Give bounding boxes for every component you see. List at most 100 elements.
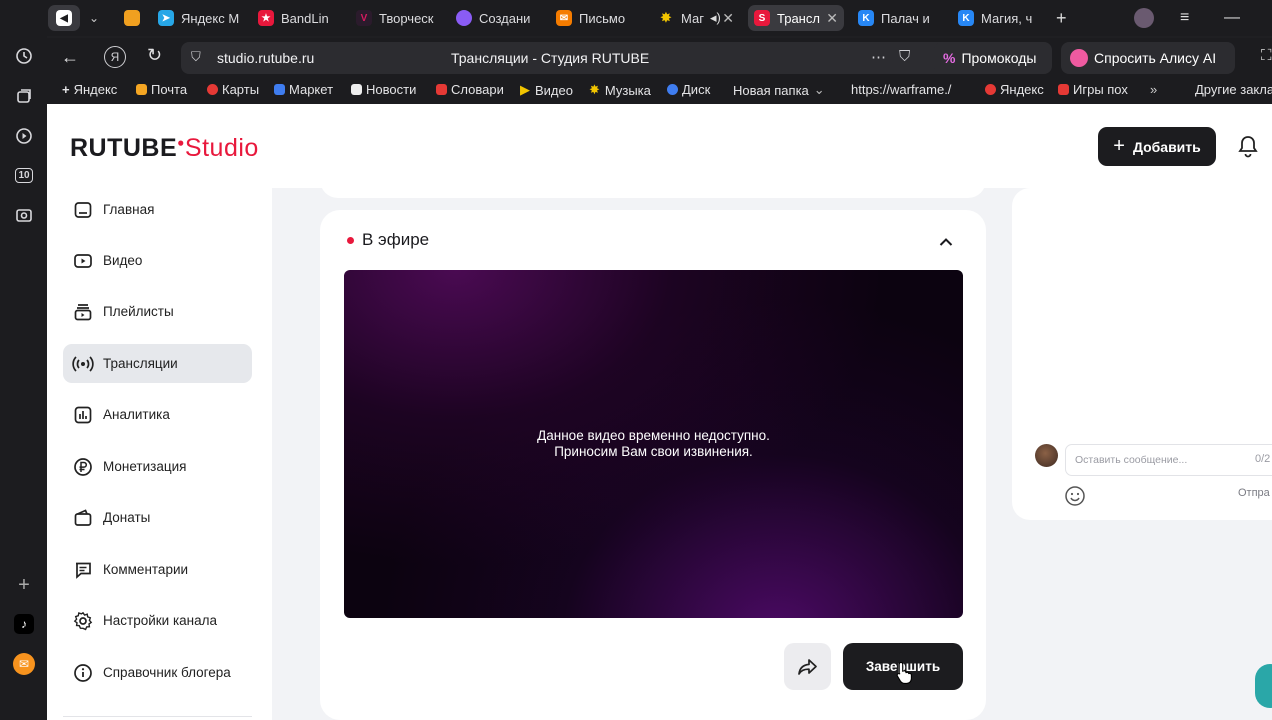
bookmark-item[interactable]: Яндекс [985,82,1044,97]
tab-list-button[interactable]: ⌄ [86,5,108,31]
history-icon[interactable] [12,44,36,68]
previous-card-bottom [320,178,986,198]
bookmark-item[interactable]: https://warframe./ [851,82,951,97]
browser-sidepanel: 10 + ♪ ✉ [0,0,47,720]
more-icon[interactable]: ⋯ [871,48,886,66]
sidebar-item-broadcasts[interactable]: Трансляции [63,344,252,383]
tab-mail[interactable]: ✉ Письмо [550,5,642,31]
sidebar-item-comments[interactable]: Комментарии [63,550,252,589]
bookmark-icon[interactable]: ⛉ [899,48,910,65]
broadcast-icon [72,353,94,375]
bookmark-label: Яндекс [73,82,118,97]
page-title-text: Трансляции - Студия RUTUBE [451,50,650,66]
video-icon [72,250,94,272]
sidebar-item-video[interactable]: Видео [63,241,252,280]
ten-icon[interactable]: 10 [12,163,36,187]
logo-dot: ● [177,135,185,150]
sidebar-item-home[interactable]: Главная [63,190,252,229]
profile-button[interactable] [1132,5,1158,31]
support-chat-button[interactable] [1255,664,1272,708]
odnoklassniki-icon[interactable]: ✉ [12,652,36,676]
sidebar-item-monetization[interactable]: Монетизация [63,447,252,486]
address-field[interactable]: ⛉ studio.rutube.ru Трансляции - Студия R… [181,42,973,74]
notifications-button[interactable] [1237,134,1259,158]
yandex-button[interactable]: Я [104,46,126,68]
menu-button[interactable]: ≡ [1176,5,1200,31]
other-bookmarks[interactable]: Другие закла [1195,82,1272,97]
bookmark-item[interactable]: Словари [436,82,504,97]
tab-yandex-m[interactable]: ➤ Яндекс М [152,5,244,31]
sidebar-item-analytics[interactable]: Аналитика [63,395,252,434]
disk-icon [667,84,678,95]
bookmark-item[interactable]: Почта [136,82,187,97]
rutube-studio-logo[interactable]: RUTUBE●Studio [70,134,259,163]
sidebar-item-donations[interactable]: Донаты [63,498,252,537]
extensions-icon[interactable]: ⛶ [1261,47,1272,64]
bookmark-item[interactable]: ▶ Видео [520,82,573,98]
bookmark-folder[interactable]: Новая папка ⌄ [733,82,825,98]
market-icon [274,84,285,95]
collapse-button[interactable] [936,232,956,252]
tab-broadcasts[interactable]: S Трансл ✕ [748,5,844,31]
promo-button[interactable]: % Промокоды [934,42,1052,74]
gear-icon [72,610,94,632]
share-button[interactable] [784,643,831,690]
tab-magic[interactable]: ✸ Маг ◂) ✕ [652,5,740,31]
collections-icon[interactable] [12,84,36,108]
tab-sound[interactable]: ◀ [48,5,80,31]
video-player-icon[interactable] [12,124,36,148]
sidebar-item-label: Настройки канала [103,613,218,628]
sidebar-item-label: Донаты [103,510,151,525]
bookmark-item[interactable]: Новости [351,82,416,97]
add-panel-icon[interactable]: + [12,573,36,597]
close-icon[interactable]: ✕ [722,10,734,27]
chat-message-input[interactable]: Оставить сообщение... [1065,444,1272,476]
sidebar-item-playlists[interactable]: Плейлисты [63,292,252,331]
video-player[interactable]: Данное видео временно недоступно. Принос… [344,270,963,618]
chat-placeholder: Оставить сообщение... [1075,454,1188,466]
home-icon [72,199,94,221]
bookmark-item[interactable]: ✸ Музыка [589,82,651,98]
close-icon[interactable]: ✕ [826,10,838,27]
chat-send-button[interactable]: Отпра [1238,487,1270,499]
alice-label: Спросить Алису AI [1094,50,1217,66]
add-button[interactable]: + Добавить [1098,127,1216,166]
bookmarks-overflow-button[interactable]: » [1150,82,1157,97]
avatar [1035,444,1058,467]
bookmark-item[interactable]: Карты [207,82,259,97]
sidebar-item-label: Справочник блогера [103,665,231,680]
screenshot-icon[interactable] [12,203,36,227]
hamburger-icon: ≡ [1180,9,1190,26]
bookmark-label: Яндекс [1000,82,1044,97]
live-status: В эфире [347,230,429,250]
tab-creative[interactable]: V Творческ [350,5,440,31]
tab-bandlink[interactable]: ★ BandLin [252,5,342,31]
map-pin-icon [207,84,218,95]
tab-label: Письмо [579,10,626,26]
tab-palach[interactable]: K Палач и [852,5,942,31]
bookmark-item[interactable]: + Яндекс [62,82,117,97]
bookmark-item[interactable]: Диск [667,82,710,97]
tab-magic-vk[interactable]: K Магия, ч [952,5,1042,31]
tab-pinned[interactable] [118,5,144,31]
tiktok-icon[interactable]: ♪ [12,612,36,636]
games-icon [1058,84,1069,95]
bookmark-item[interactable]: Игры пох [1058,82,1146,97]
sidebar-item-channel-settings[interactable]: Настройки канала [63,601,252,640]
new-tab-button[interactable]: + [1052,5,1074,31]
sidebar-item-blogger-guide[interactable]: Справочник блогера [63,653,252,692]
play-icon: ▶ [520,82,530,97]
bookmark-item[interactable]: Маркет [274,82,333,97]
minimize-button[interactable]: — [1220,5,1244,31]
back-button[interactable]: ← [61,47,79,68]
ask-alice-button[interactable]: Спросить Алису AI [1061,42,1235,74]
profile-avatar-icon [1134,8,1154,28]
plus-icon: + [62,82,70,97]
reload-button[interactable]: ↻ [147,45,162,66]
logo-main: RUTUBE [70,134,178,162]
reload-icon: ↻ [147,45,163,65]
emoji-button[interactable] [1064,485,1086,507]
tab-create[interactable]: Создани [450,5,542,31]
sidebar-item-label: Главная [103,202,155,217]
bookmark-label: https://warframe./ [851,82,952,97]
